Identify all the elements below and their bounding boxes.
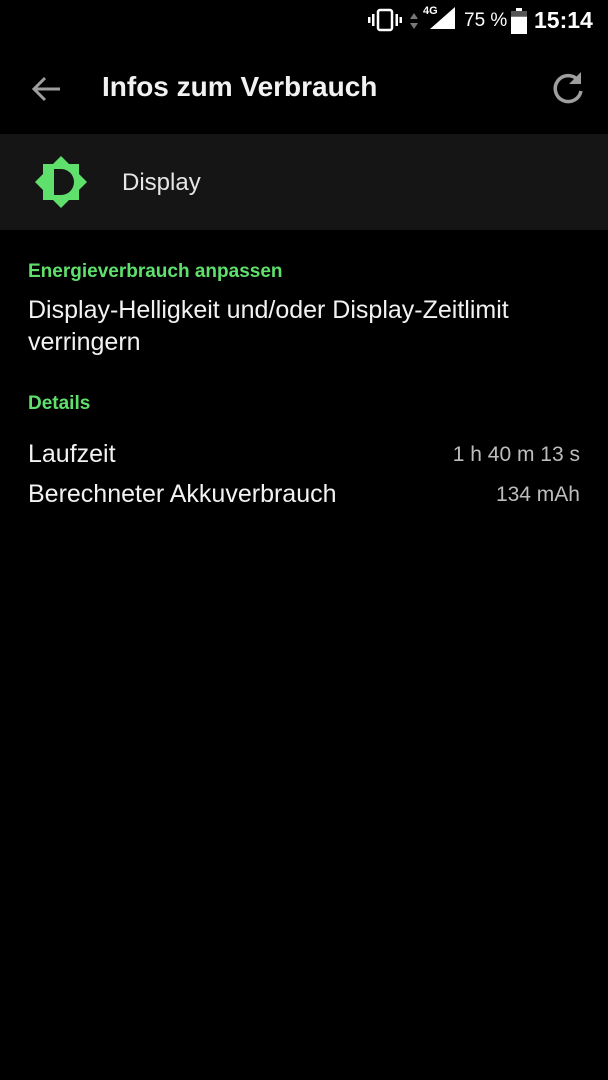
vibrate-icon <box>368 8 402 32</box>
refresh-icon[interactable] <box>545 65 591 111</box>
detail-row-battery-usage: Berechneter Akkuverbrauch 134 mAh <box>28 480 580 514</box>
detail-value: 134 mAh <box>495 483 580 506</box>
clock: 15:14 <box>534 7 593 33</box>
battery-icon <box>511 8 527 34</box>
app-name: Display <box>122 169 201 196</box>
app-toolbar: Infos zum Verbrauch <box>0 40 608 134</box>
detail-row-runtime: Laufzeit 1 h 40 m 13 s <box>28 440 580 474</box>
arrow-back-icon[interactable] <box>24 67 72 111</box>
status-bar: 4G 75 % 15:14 <box>0 0 608 40</box>
signal-icon <box>430 7 455 29</box>
energy-suggestion[interactable]: Display-Helligkeit und/oder Display-Zeit… <box>28 294 588 358</box>
details-heading: Details <box>28 393 91 414</box>
detail-value: 1 h 40 m 13 s <box>452 443 580 466</box>
page-title: Infos zum Verbrauch <box>102 71 378 102</box>
brightness-icon <box>35 156 87 208</box>
data-arrows-icon <box>410 13 418 29</box>
detail-label: Laufzeit <box>28 440 116 468</box>
energy-heading: Energieverbrauch anpassen <box>28 261 283 282</box>
battery-percent: 75 % <box>464 10 508 31</box>
app-header-card: Display <box>0 134 608 230</box>
detail-label: Berechneter Akkuverbrauch <box>28 480 337 508</box>
